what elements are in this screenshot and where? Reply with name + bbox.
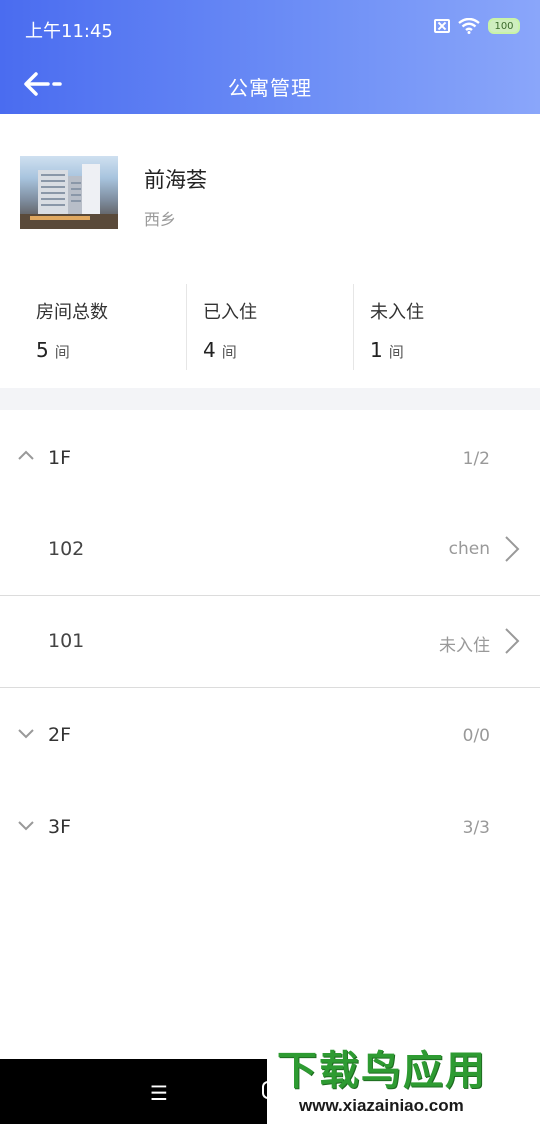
status-icons: 100 [434, 18, 520, 34]
room-number: 102 [48, 538, 85, 560]
room-row-101[interactable]: 101 未入住 [0, 596, 540, 688]
row-divider [0, 687, 540, 688]
nav-bar: 公寓管理 [0, 56, 540, 114]
page-title: 公寓管理 [228, 76, 312, 100]
floor-label: 1F [48, 447, 72, 469]
stat-value: 5间 [36, 338, 70, 362]
floor-occupancy: 3/3 [462, 818, 490, 838]
floor-row-1f[interactable]: 1F 1/2 [0, 412, 540, 504]
floor-occupancy: 0/0 [462, 726, 490, 746]
no-sim-icon [434, 19, 450, 33]
room-status: 未入住 [439, 636, 490, 656]
floor-row-2f[interactable]: 2F 0/0 [0, 689, 540, 781]
battery-icon: 100 [488, 18, 520, 34]
floor-occupancy: 1/2 [462, 449, 490, 469]
app-header: 上午11:45 100 公寓管理 [0, 0, 540, 114]
watermark: 下载鸟应用 www.xiazainiao.com [267, 1024, 540, 1124]
status-time: 上午11:45 [25, 21, 113, 42]
chevron-right-icon [505, 536, 520, 562]
stat-label: 房间总数 [36, 302, 108, 323]
room-row-102[interactable]: 102 chen [0, 504, 540, 596]
apartment-card: 前海荟 西乡 [0, 114, 540, 276]
floor-row-3f[interactable]: 3F 3/3 [0, 781, 540, 873]
section-separator [0, 388, 540, 410]
floor-label: 3F [48, 816, 72, 838]
menu-icon[interactable]: ☰ [150, 1081, 168, 1105]
watermark-url: www.xiazainiao.com [299, 1096, 464, 1115]
chevron-down-icon [18, 821, 34, 831]
wifi-icon [458, 18, 480, 34]
room-number: 101 [48, 630, 85, 652]
chevron-up-icon [18, 450, 34, 460]
stat-label: 未入住 [370, 302, 424, 323]
apartment-area: 西乡 [144, 210, 177, 229]
stat-total-rooms: 房间总数 5间 [20, 284, 186, 370]
apartment-photo [20, 156, 118, 229]
stat-value: 1间 [370, 338, 404, 362]
room-tenant: chen [448, 539, 490, 559]
watermark-logo: 下载鸟应用 [277, 1048, 487, 1094]
room-stats: 房间总数 5间 已入住 4间 未入住 1间 [0, 276, 540, 388]
chevron-down-icon [18, 729, 34, 739]
apartment-name: 前海荟 [144, 168, 207, 192]
chevron-right-icon [505, 628, 520, 654]
floor-label: 2F [48, 724, 72, 746]
stat-label: 已入住 [203, 302, 257, 323]
stat-value: 4间 [203, 338, 237, 362]
stat-occupied: 已入住 4间 [187, 284, 353, 370]
status-bar: 上午11:45 100 [0, 0, 540, 56]
stat-vacant: 未入住 1间 [354, 284, 520, 370]
